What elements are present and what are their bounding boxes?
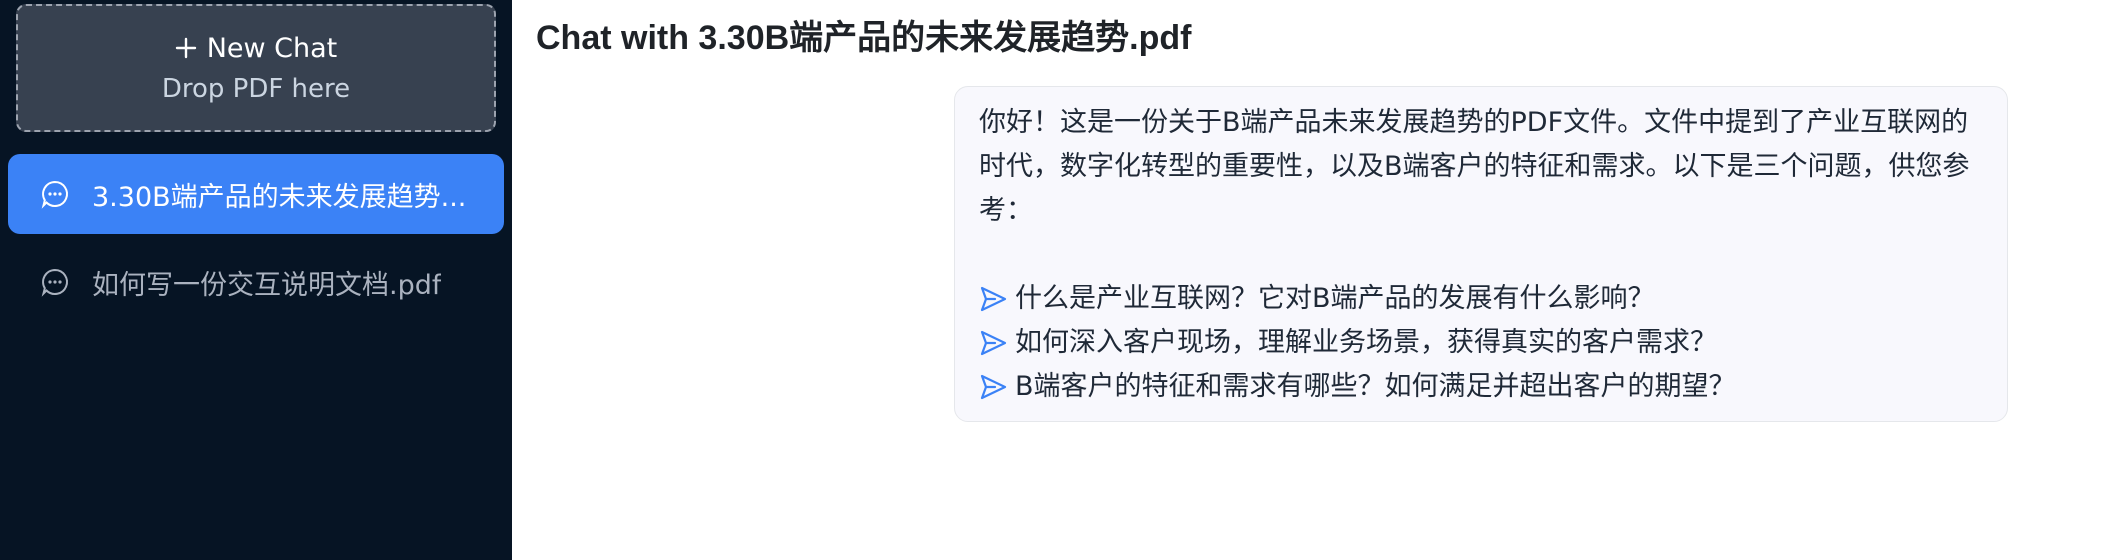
question-text: 什么是产业互联网？它对B端产品的发展有什么影响？: [1015, 283, 1655, 314]
conversation-label: 3.30B端产品的未来发展趋势...: [92, 181, 467, 213]
app: New Chat Drop PDF here 3.30B端产品的未来发展趋势..…: [0, 0, 2122, 560]
send-icon: [980, 286, 1007, 312]
assistant-message: 你好！这是一份关于B端产品未来发展趋势的PDF文件。文件中提到了产业互联网的时代…: [954, 86, 2008, 422]
page-title: Chat with 3.30B端产品的未来发展趋势.pdf: [536, 19, 1192, 57]
plus-icon: [175, 37, 196, 59]
conversation-label: 如何写一份交互说明文档.pdf: [92, 269, 442, 301]
message-intro: 你好！这是一份关于B端产品未来发展趋势的PDF文件。文件中提到了产业互联网的时代…: [979, 107, 1970, 226]
suggested-question[interactable]: B端客户的特征和需求有哪些？如何满足并超出客户的期望？: [979, 365, 1983, 409]
new-chat-label: New Chat: [206, 32, 338, 64]
new-chat-button[interactable]: New Chat: [175, 32, 338, 64]
chat-bubble-icon: [41, 180, 68, 209]
chat-main: Chat with 3.30B端产品的未来发展趋势.pdf 你好！这是一份关于B…: [512, 0, 2122, 560]
sidebar: New Chat Drop PDF here 3.30B端产品的未来发展趋势..…: [0, 0, 512, 560]
send-icon: [980, 374, 1007, 400]
send-icon: [980, 330, 1007, 356]
suggested-question[interactable]: 如何深入客户现场，理解业务场景，获得真实的客户需求？: [979, 321, 1983, 365]
conversation-item[interactable]: 如何写一份交互说明文档.pdf: [8, 242, 504, 322]
question-text: 如何深入客户现场，理解业务场景，获得真实的客户需求？: [1015, 327, 1717, 358]
suggested-question[interactable]: 什么是产业互联网？它对B端产品的发展有什么影响？: [979, 277, 1983, 321]
question-text: B端客户的特征和需求有哪些？如何满足并超出客户的期望？: [1015, 371, 1736, 402]
conversation-item-active[interactable]: 3.30B端产品的未来发展趋势...: [8, 154, 504, 234]
new-chat-dropzone[interactable]: New Chat Drop PDF here: [16, 4, 496, 132]
chat-bubble-icon: [41, 268, 68, 297]
drop-pdf-hint: Drop PDF here: [161, 73, 351, 104]
